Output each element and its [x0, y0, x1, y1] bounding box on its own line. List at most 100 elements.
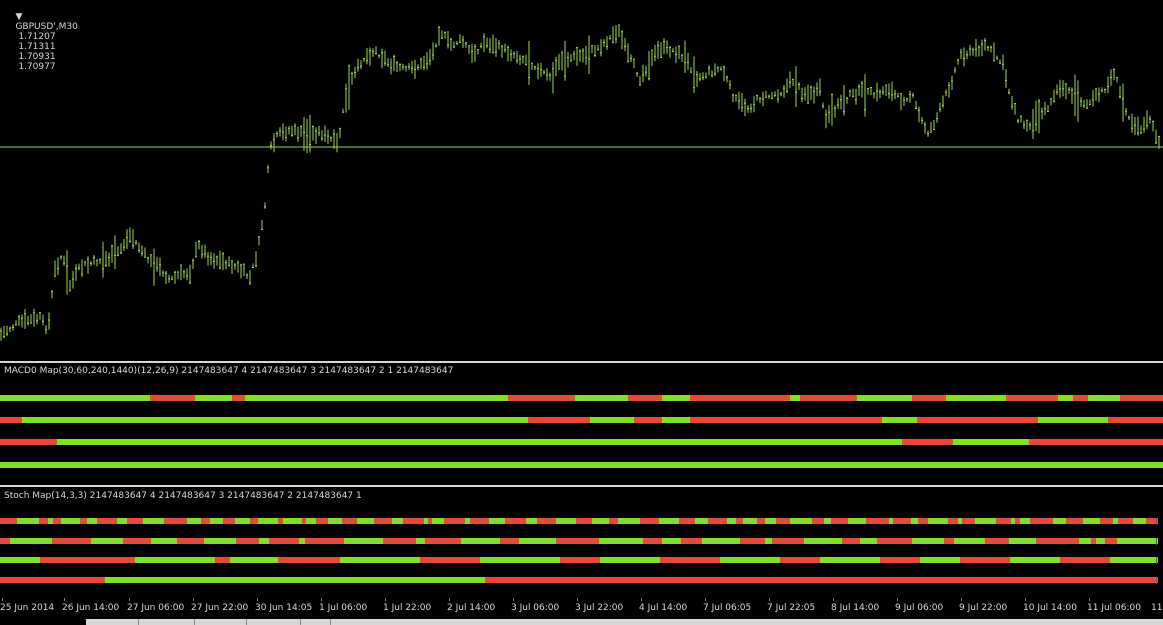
time-label: 4 Jul 14:00 [639, 603, 688, 613]
bullish-segment [143, 518, 164, 524]
bullish-segment [928, 518, 948, 524]
bullish-segment [820, 557, 880, 563]
macd-lane-3 [0, 439, 1163, 445]
time-label: 11 [1151, 603, 1163, 613]
bullish-segment [245, 395, 258, 401]
bullish-segment [911, 518, 918, 524]
bullish-segment [117, 518, 127, 524]
bearish-segment [1036, 538, 1079, 544]
bearish-segment [164, 518, 187, 524]
scale-marker [1156, 518, 1163, 525]
bearish-segment [948, 518, 958, 524]
bullish-segment [1117, 538, 1158, 544]
bullish-segment [1058, 395, 1073, 401]
bullish-segment [975, 518, 996, 524]
tab-divider [246, 619, 247, 625]
bullish-segment [599, 538, 643, 544]
bullish-segment [743, 518, 757, 524]
bullish-segment [1088, 395, 1120, 401]
tick-mark [705, 598, 706, 601]
bearish-segment [690, 417, 882, 423]
bullish-segment [1053, 518, 1066, 524]
pane-separator[interactable] [0, 485, 1163, 487]
tick-mark [577, 598, 578, 601]
bearish-segment [576, 518, 592, 524]
bearish-segment [39, 518, 48, 524]
tick-mark [193, 598, 194, 601]
bearish-segment [150, 395, 195, 401]
bullish-segment [1096, 538, 1105, 544]
bullish-segment [259, 538, 269, 544]
tick-mark [321, 598, 322, 601]
bullish-segment [0, 395, 150, 401]
bullish-segment [0, 557, 40, 563]
bearish-segment [831, 518, 848, 524]
bearish-segment [708, 518, 727, 524]
bullish-segment [804, 538, 842, 544]
bullish-segment [857, 395, 912, 401]
bullish-segment [659, 518, 679, 524]
chart-tab-strip[interactable] [86, 619, 1163, 625]
bearish-segment [962, 518, 975, 524]
bearish-segment [537, 518, 556, 524]
macd-map-pane[interactable]: MACD0 Map(30,60,240,1440)(12,26,9) 21474… [0, 364, 1163, 484]
bearish-segment [40, 557, 135, 563]
price-chart-pane[interactable]: ▼ GBPUSD',M30 1.71207 1.71311 1.70931 1.… [0, 0, 1163, 360]
bullish-segment [230, 557, 278, 563]
bullish-segment [1009, 538, 1036, 544]
bearish-segment [485, 577, 1158, 583]
bearish-segment [127, 518, 143, 524]
tick-mark [769, 598, 770, 601]
bearish-segment [444, 518, 465, 524]
bullish-segment [695, 518, 708, 524]
bearish-segment [1118, 518, 1133, 524]
bearish-segment [944, 538, 954, 544]
bearish-segment [201, 518, 210, 524]
bullish-segment [954, 538, 985, 544]
tick-mark [64, 598, 65, 601]
bullish-segment [618, 518, 640, 524]
time-label: 30 Jun 14:05 [255, 603, 313, 613]
bearish-segment [812, 518, 824, 524]
bearish-segment [223, 518, 235, 524]
bearish-segment [0, 417, 22, 423]
tick-mark [2, 598, 3, 601]
tick-mark [641, 598, 642, 601]
scale-marker [1156, 557, 1163, 564]
bearish-segment [508, 395, 575, 401]
bearish-segment [1073, 395, 1088, 401]
bullish-segment [600, 557, 660, 563]
bearish-segment [628, 395, 662, 401]
tick-mark [257, 598, 258, 601]
bearish-segment [80, 518, 87, 524]
bearish-segment [643, 538, 662, 544]
pane-separator[interactable] [0, 361, 1163, 363]
bullish-segment [340, 557, 420, 563]
bearish-segment [842, 538, 860, 544]
bullish-segment [480, 557, 560, 563]
bearish-segment [560, 557, 600, 563]
bearish-segment [660, 557, 720, 563]
bearish-segment [679, 518, 695, 524]
bearish-segment [250, 518, 258, 524]
bullish-segment [953, 439, 1029, 445]
bullish-segment [22, 417, 245, 423]
tick-mark [449, 598, 450, 601]
time-label: 27 Jun 22:00 [191, 603, 249, 613]
bullish-segment [590, 417, 634, 423]
bullish-segment [860, 538, 877, 544]
bearish-segment [123, 538, 151, 544]
bullish-segment [204, 538, 236, 544]
bullish-segment [556, 518, 576, 524]
tick-mark [833, 598, 834, 601]
bullish-segment [392, 518, 403, 524]
bullish-segment [765, 538, 772, 544]
bearish-segment [342, 518, 357, 524]
bearish-segment [236, 538, 259, 544]
stoch-lane-2 [0, 538, 1163, 544]
bearish-segment [1105, 538, 1117, 544]
bullish-segment [1083, 518, 1100, 524]
bearish-segment [893, 518, 911, 524]
stoch-map-pane[interactable]: Stoch Map(14,3,3) 2147483647 4 214748364… [0, 489, 1163, 597]
bearish-segment [278, 557, 340, 563]
